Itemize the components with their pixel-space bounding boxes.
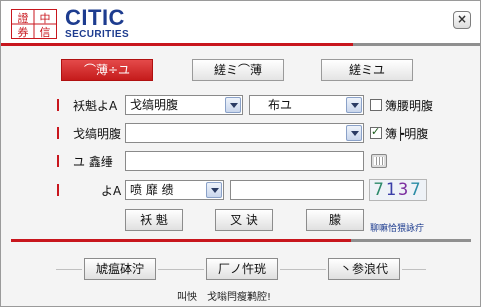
footer-rule bbox=[158, 269, 204, 270]
account-type-value: 戈缟明腹 bbox=[130, 98, 179, 112]
captcha-image[interactable]: 7137 bbox=[369, 179, 427, 201]
save-account-label: 簿腰明腹 bbox=[385, 99, 434, 113]
logo-title: CITIC bbox=[65, 5, 125, 30]
chevron-down-icon[interactable] bbox=[225, 97, 241, 113]
citic-logo-mark: 證 中 券 信 bbox=[11, 9, 57, 39]
divider-red bbox=[11, 239, 351, 242]
verify-code-input[interactable] bbox=[230, 180, 364, 200]
verify-type-select[interactable]: 喷 靡 缋 bbox=[125, 180, 224, 200]
header: 證 中 券 信 CITIC SECURITIES × bbox=[1, 1, 480, 43]
required-mark bbox=[57, 184, 59, 196]
footer-rule bbox=[280, 269, 326, 270]
logo-text: CITIC SECURITIES bbox=[65, 7, 129, 41]
logo-char-4: 券 bbox=[18, 25, 29, 39]
required-mark bbox=[57, 127, 59, 139]
account-sub-value: 布ユ bbox=[268, 98, 293, 112]
reset-button[interactable]: 叉 诀 bbox=[215, 209, 273, 231]
captcha-text: 7137 bbox=[374, 180, 423, 200]
remember-account-checkbox[interactable] bbox=[370, 125, 382, 139]
chevron-down-icon[interactable] bbox=[346, 125, 362, 141]
logo-char-3: 證 bbox=[18, 11, 29, 25]
close-icon: × bbox=[456, 12, 468, 26]
captcha-digit: 3 bbox=[398, 180, 411, 200]
captcha-digit: 7 bbox=[373, 180, 386, 200]
tab-3[interactable]: 縒ミユ bbox=[321, 59, 413, 81]
captcha-digit: 7 bbox=[410, 180, 423, 200]
footer-rule bbox=[56, 269, 82, 270]
tab-2[interactable]: 縒ミ⌒薄 bbox=[192, 59, 284, 81]
logo-subtitle: SECURITIES bbox=[65, 29, 130, 40]
divider-gray bbox=[351, 239, 471, 242]
chevron-down-icon[interactable] bbox=[346, 97, 362, 113]
footer-rule bbox=[402, 269, 426, 270]
hotline-label: 叫怏 bbox=[177, 292, 197, 303]
remember-account-label: 簿┝明腹 bbox=[385, 127, 429, 141]
help-link[interactable]: 聊嘛恰猥詠疔 bbox=[370, 221, 424, 234]
login-button[interactable]: 袄 魁 bbox=[125, 209, 183, 231]
login-window: 證 中 券 信 CITIC SECURITIES × ⌒薄÷ユ 縒ミ⌒薄 縒ミユ… bbox=[0, 0, 481, 307]
close-button[interactable]: × bbox=[453, 11, 471, 29]
save-account-checkbox[interactable] bbox=[370, 99, 382, 111]
account-type-label: 袄魁よA bbox=[73, 99, 118, 113]
password-input[interactable] bbox=[125, 151, 364, 171]
required-mark bbox=[57, 99, 59, 111]
account-select[interactable] bbox=[125, 123, 364, 143]
verify-type-value: 喷 靡 缋 bbox=[130, 183, 174, 197]
header-rule-red bbox=[1, 43, 353, 46]
other-button[interactable]: 朦 bbox=[306, 209, 364, 231]
captcha-digit: 1 bbox=[385, 180, 398, 200]
logo-char-2: 信 bbox=[40, 26, 51, 39]
keyboard-icon[interactable] bbox=[371, 154, 387, 168]
account-type-select[interactable]: 戈缟明腹 bbox=[125, 95, 243, 115]
tab-1[interactable]: ⌒薄÷ユ bbox=[61, 59, 153, 81]
account-label: 戈缟明腹 bbox=[73, 127, 122, 141]
verify-label: よA bbox=[101, 184, 122, 198]
password-label: ユ 鑫缍 bbox=[73, 155, 113, 169]
account-sub-select[interactable]: 布ユ bbox=[249, 95, 364, 115]
chevron-down-icon[interactable] bbox=[206, 182, 222, 198]
footer-button-2[interactable]: 厂ノ忤珖 bbox=[206, 258, 278, 280]
footer-button-1[interactable]: 虓瘟砵泞 bbox=[84, 258, 156, 280]
header-rule-gray bbox=[353, 43, 480, 46]
logo-char-1: 中 bbox=[40, 12, 51, 25]
footer-button-3[interactable]: 丶参浪代 bbox=[328, 258, 400, 280]
required-mark bbox=[57, 155, 59, 167]
hotline-text: 戈嗡閂瘦鹣腔! bbox=[207, 292, 272, 303]
